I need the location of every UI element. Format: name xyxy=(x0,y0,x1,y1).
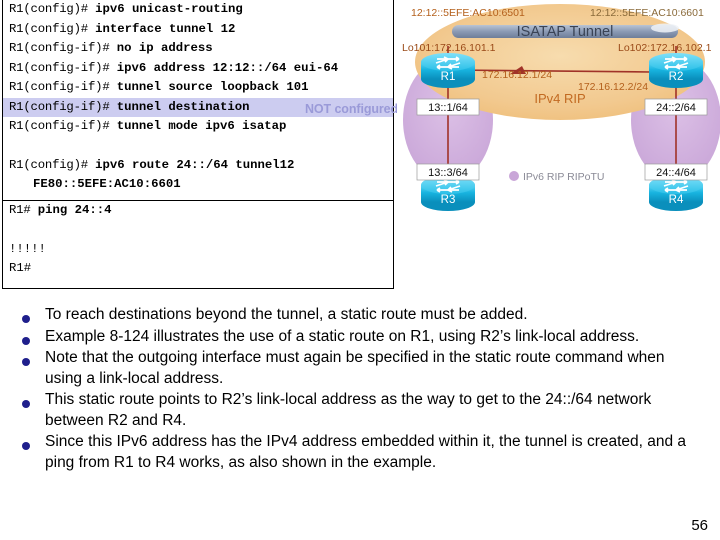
list-item-text: This static route points to R2’s link-lo… xyxy=(45,391,652,429)
svg-text:24::4/64: 24::4/64 xyxy=(656,167,696,179)
page-number: 56 xyxy=(691,517,708,534)
cli-command: tunnel destination xyxy=(116,99,250,114)
tunnel-address-left-label: 12:12::5EFE:AC10:6501 xyxy=(411,7,525,19)
cli-exec-block: R1# ping 24::4 !!!!! R1# xyxy=(2,200,394,289)
cli-command-continuation: FE80::5EFE:AC10:6601 xyxy=(33,177,181,191)
list-item: This static route points to R2’s link-lo… xyxy=(22,390,698,431)
list-item-text: Example 8-124 illustrates the use of a s… xyxy=(45,327,640,345)
cli-line: R1(config)# ipv6 unicast-routing xyxy=(3,0,393,20)
svg-text:24::2/64: 24::2/64 xyxy=(656,102,696,114)
cli-line: R1# ping 24::4 xyxy=(3,201,393,221)
svg-text:13::1/64: 13::1/64 xyxy=(428,102,468,114)
router-r3[interactable]: R3 xyxy=(421,176,475,211)
cli-command: tunnel mode ipv6 isatap xyxy=(116,119,287,133)
loopback-left-label: Lo101:172.16.101.1 xyxy=(402,42,496,54)
router-r3-label: R3 xyxy=(441,194,456,206)
cli-command: ipv6 address 12:12::/64 eui-64 xyxy=(116,60,339,75)
bullet-list: To reach destinations beyond the tunnel,… xyxy=(22,305,698,474)
bullet-icon xyxy=(22,327,45,347)
cli-line: R1(config)# ipv6 route 24::/64 tunnel12 xyxy=(3,156,393,176)
cli-line-continuation: FE80::5EFE:AC10:6601 xyxy=(3,175,393,195)
bullet-icon xyxy=(22,348,45,368)
cli-region: R1(config)# ipv6 unicast-routing R1(conf… xyxy=(2,0,397,289)
isatap-tunnel-label: ISATAP Tunnel xyxy=(517,24,614,40)
lan-label-r1: 13::1/64 xyxy=(416,98,480,116)
list-item-text: Since this IPv6 address has the IPv4 add… xyxy=(45,433,687,471)
cli-line: R1(config)# interface tunnel 12 xyxy=(3,20,393,40)
cli-command: no ip address xyxy=(116,41,213,55)
diagram-legend: IPv6 RIP RIPoTU xyxy=(509,171,605,183)
router-r4[interactable]: R4 xyxy=(649,176,703,211)
cli-blank-line xyxy=(3,137,393,156)
wan-right-label: 172.16.12.2/24 xyxy=(578,81,648,93)
cli-command: ipv6 unicast-routing xyxy=(95,2,243,16)
router-r1[interactable]: R1 xyxy=(421,53,475,88)
cli-ping-output: !!!!! xyxy=(9,241,46,256)
list-item: Since this IPv6 address has the IPv4 add… xyxy=(22,432,698,473)
list-item: Example 8-124 illustrates the use of a s… xyxy=(22,327,698,348)
legend-label: IPv6 RIP RIPoTU xyxy=(523,171,605,183)
cli-line: R1(config-if)# tunnel mode ipv6 isatap xyxy=(3,117,393,137)
cli-command: tunnel source loopback 101 xyxy=(116,80,309,94)
cli-line: R1(config-if)# no ip address xyxy=(3,39,393,59)
cli-prompt: R1(config-if)# xyxy=(9,119,117,133)
tunnel-address-right-label: 12:12::5EFE:AC10:6601 xyxy=(590,7,704,19)
wan-left-label: 172.16.12.1/24 xyxy=(482,69,552,81)
lan-label-r3: 13::3/64 xyxy=(416,163,480,181)
cli-prompt: R1(config-if)# xyxy=(9,80,117,94)
cli-prompt: R1(config)# xyxy=(9,157,96,172)
cli-prompt: R1(config)# xyxy=(9,21,96,36)
legend-swatch-icon xyxy=(509,171,519,181)
cli-command: ping 24::4 xyxy=(37,203,112,217)
cli-prompt: R1(config-if)# xyxy=(9,41,117,55)
cli-config-block: R1(config)# ipv6 unicast-routing R1(conf… xyxy=(2,0,394,201)
cli-command: interface tunnel 12 xyxy=(95,21,236,36)
list-item-text: Note that the outgoing interface must ag… xyxy=(45,349,665,387)
cli-prompt: R1(config)# xyxy=(9,2,96,16)
lan-label-r2: 24::2/64 xyxy=(644,98,708,116)
ipv4-rip-cloud-label: IPv4 RIP xyxy=(534,91,585,106)
cli-line: R1(config-if)# ipv6 address 12:12::/64 e… xyxy=(3,59,393,79)
list-item: To reach destinations beyond the tunnel,… xyxy=(22,305,698,326)
cli-command: ipv6 route 24::/64 tunnel12 xyxy=(95,157,295,172)
bullet-icon xyxy=(22,432,45,452)
cli-final-prompt: R1# xyxy=(9,261,32,275)
router-r1-label: R1 xyxy=(441,71,456,83)
list-item: Note that the outgoing interface must ag… xyxy=(22,348,698,389)
cli-prompt: R1(config-if)# xyxy=(9,99,117,114)
router-r2[interactable]: R2 xyxy=(649,53,703,88)
bullet-icon xyxy=(22,305,45,325)
router-r4-label: R4 xyxy=(669,194,684,206)
not-configured-annotation: NOT configured xyxy=(305,102,397,116)
svg-text:13::3/64: 13::3/64 xyxy=(428,167,468,179)
list-item-text: To reach destinations beyond the tunnel,… xyxy=(45,306,528,323)
cli-prompt: R1(config-if)# xyxy=(9,60,117,75)
router-r2-label: R2 xyxy=(669,71,684,83)
loopback-right-label: Lo102:172.16.102.1 xyxy=(618,42,712,54)
bullet-icon xyxy=(22,390,45,410)
network-diagram: ISATAP Tunnel 12:12::5EFE:AC10:6501 12:1… xyxy=(400,0,720,215)
lan-label-r4: 24::4/64 xyxy=(644,163,708,181)
cli-prompt: R1# xyxy=(9,203,38,217)
cli-blank-line xyxy=(3,221,393,240)
cli-line: R1(config-if)# tunnel source loopback 10… xyxy=(3,78,393,98)
